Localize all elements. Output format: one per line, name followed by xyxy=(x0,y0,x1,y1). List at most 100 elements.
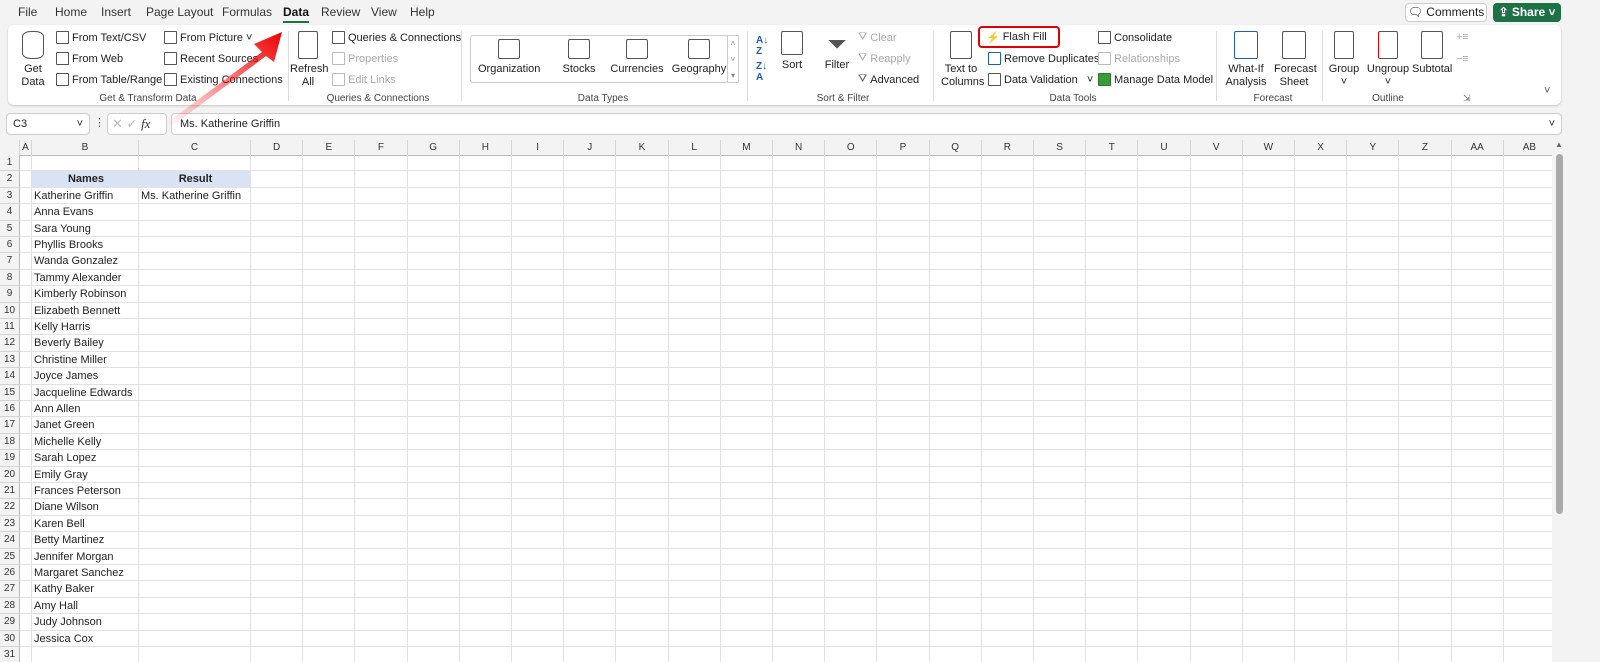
cell[interactable] xyxy=(1399,630,1452,647)
row-header-31[interactable]: 31 xyxy=(0,647,20,662)
cell[interactable] xyxy=(139,483,251,500)
cell[interactable] xyxy=(877,614,930,631)
cell[interactable] xyxy=(355,351,408,369)
cell[interactable] xyxy=(877,515,930,533)
cell[interactable] xyxy=(1295,237,1348,254)
cell[interactable] xyxy=(825,647,878,662)
cell[interactable] xyxy=(929,302,982,319)
cell[interactable] xyxy=(1034,647,1087,662)
queries-connections[interactable]: Queries & Connections xyxy=(332,31,461,44)
cell[interactable] xyxy=(1190,532,1243,549)
cell[interactable] xyxy=(929,335,982,352)
cell[interactable] xyxy=(355,319,408,336)
cell[interactable] xyxy=(825,286,878,303)
cell[interactable] xyxy=(825,384,878,401)
cell[interactable] xyxy=(1190,548,1243,565)
reapply-button[interactable]: ⛛ Reapply xyxy=(858,52,911,65)
cell[interactable] xyxy=(20,187,32,205)
cell[interactable] xyxy=(1295,548,1348,565)
cell[interactable] xyxy=(616,483,669,500)
cell[interactable] xyxy=(512,614,565,631)
cell[interactable] xyxy=(20,253,32,270)
from-table-range[interactable]: From Table/Range xyxy=(56,73,162,86)
cell[interactable] xyxy=(564,483,617,500)
cell[interactable] xyxy=(1086,647,1139,662)
cell[interactable] xyxy=(512,253,565,270)
cell[interactable] xyxy=(564,155,617,172)
cell[interactable] xyxy=(668,204,721,221)
cell[interactable] xyxy=(825,368,878,385)
cell[interactable] xyxy=(720,204,773,221)
cell[interactable] xyxy=(616,171,669,188)
cell[interactable] xyxy=(1451,187,1504,205)
column-header-M[interactable]: M xyxy=(720,140,773,156)
cell[interactable] xyxy=(1399,417,1452,434)
row-header-22[interactable]: 22 xyxy=(0,499,20,516)
tab-file[interactable]: File xyxy=(18,5,37,19)
cell[interactable] xyxy=(303,597,356,615)
cell[interactable] xyxy=(616,187,669,205)
cell[interactable] xyxy=(20,171,32,188)
cell[interactable] xyxy=(668,532,721,549)
cell[interactable] xyxy=(251,220,304,237)
cell[interactable] xyxy=(355,417,408,434)
cell[interactable] xyxy=(1190,319,1243,336)
cell[interactable] xyxy=(1347,548,1400,565)
cell[interactable] xyxy=(877,450,930,467)
cell[interactable] xyxy=(564,499,617,516)
cell[interactable] xyxy=(1451,499,1504,516)
cell[interactable] xyxy=(825,630,878,647)
cell[interactable] xyxy=(139,548,251,565)
cell[interactable] xyxy=(1242,433,1295,451)
cell[interactable] xyxy=(720,155,773,172)
cell[interactable] xyxy=(1399,548,1452,565)
cell[interactable] xyxy=(139,614,251,631)
cell[interactable] xyxy=(139,581,251,598)
cell[interactable] xyxy=(1503,483,1552,500)
cell[interactable] xyxy=(1503,221,1552,237)
cell[interactable] xyxy=(20,499,32,516)
cell[interactable] xyxy=(1451,483,1504,500)
cell[interactable] xyxy=(1503,385,1552,401)
cell[interactable] xyxy=(407,499,460,516)
cell[interactable] xyxy=(251,548,304,565)
cell[interactable] xyxy=(407,319,460,336)
cell[interactable] xyxy=(1138,384,1191,401)
cell[interactable] xyxy=(1451,630,1504,647)
cell[interactable] xyxy=(564,548,617,565)
from-text-csv[interactable]: From Text/CSV xyxy=(56,31,146,44)
cell[interactable] xyxy=(877,466,930,483)
cell[interactable] xyxy=(1347,515,1400,533)
cell[interactable] xyxy=(929,515,982,533)
cell[interactable] xyxy=(1086,253,1139,270)
cell[interactable] xyxy=(407,417,460,434)
cell[interactable] xyxy=(668,614,721,631)
cell[interactable] xyxy=(459,565,512,582)
cell[interactable] xyxy=(564,204,617,221)
cell[interactable] xyxy=(355,614,408,631)
cell[interactable] xyxy=(1295,204,1348,221)
cell[interactable] xyxy=(20,581,32,598)
cell[interactable] xyxy=(773,647,826,662)
cell[interactable] xyxy=(616,302,669,319)
cell[interactable] xyxy=(512,532,565,549)
cell[interactable] xyxy=(407,614,460,631)
cell[interactable] xyxy=(1399,187,1452,205)
cell[interactable] xyxy=(459,515,512,533)
cell[interactable] xyxy=(303,515,356,533)
row-header-8[interactable]: 8 xyxy=(0,269,20,287)
cell[interactable] xyxy=(1138,630,1191,647)
cell[interactable] xyxy=(1190,204,1243,221)
name-cell[interactable]: Katherine Griffin xyxy=(32,187,139,205)
cell[interactable] xyxy=(564,237,617,254)
cell[interactable] xyxy=(459,548,512,565)
cell[interactable] xyxy=(1503,549,1552,565)
cell[interactable] xyxy=(1399,253,1452,270)
cell[interactable] xyxy=(1295,597,1348,615)
row-header-29[interactable]: 29 xyxy=(0,614,20,631)
cell[interactable] xyxy=(1503,434,1552,451)
cell[interactable] xyxy=(1503,598,1552,615)
cell[interactable] xyxy=(668,417,721,434)
cell[interactable] xyxy=(407,532,460,549)
cell[interactable] xyxy=(1242,269,1295,287)
